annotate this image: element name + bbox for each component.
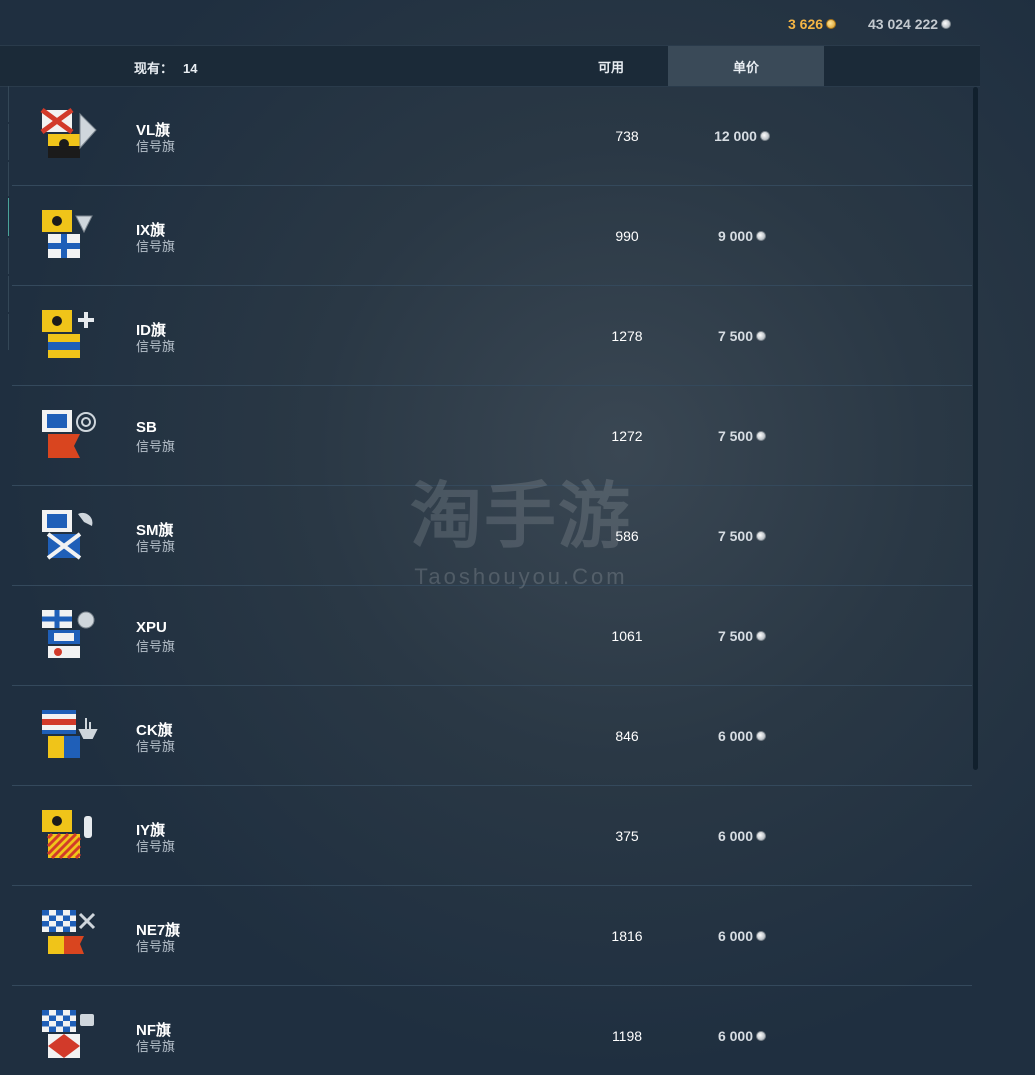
available-count: 1816: [611, 928, 643, 944]
silver-coin-icon: [756, 531, 767, 541]
silver-coin-icon: [756, 731, 767, 741]
unit-price: 7 500: [672, 328, 812, 344]
flag-name: SB: [136, 419, 157, 436]
silver-coin-icon: [756, 331, 767, 341]
unit-price-value: 6 000: [717, 728, 754, 744]
unit-price-value: 7 500: [717, 328, 754, 344]
silver-coin-icon: [756, 231, 767, 241]
flag-type: 信号旗: [136, 439, 176, 454]
gold-coin-icon: [826, 19, 837, 29]
flag-type: 信号旗: [136, 339, 176, 354]
owned-count: 14: [183, 61, 198, 76]
list-item[interactable]: VL旗 信号旗 738 12 000: [12, 86, 972, 186]
column-header-price[interactable]: 单价: [668, 46, 824, 86]
ne7-signal-flag-icon: [40, 908, 100, 964]
silver-balance: 43 024 222: [868, 16, 952, 32]
list-item[interactable]: SM旗 信号旗 586 7 500: [12, 486, 972, 586]
currency-bar: 3 626 43 024 222: [0, 0, 1035, 45]
signal-flag-list: VL旗 信号旗 738 12 000 IX旗 信号旗 990 9 000 ID旗 信号旗 127…: [12, 86, 972, 1075]
column-header-available[interactable]: 可用: [598, 57, 624, 76]
column-header-price-label: 单价: [732, 59, 759, 75]
gold-balance: 3 626: [788, 16, 837, 32]
available-count: 1061: [611, 628, 643, 644]
list-item[interactable]: ID旗 信号旗 1278 7 500: [12, 286, 972, 386]
flag-type: 信号旗: [136, 839, 176, 854]
list-item[interactable]: CK旗 信号旗 846 6 000: [12, 686, 972, 786]
flag-type: 信号旗: [136, 139, 176, 154]
gold-amount: 3 626: [788, 16, 824, 32]
unit-price-value: 6 000: [717, 1028, 754, 1044]
silver-coin-icon: [756, 1031, 767, 1041]
unit-price-value: 7 500: [717, 428, 754, 444]
list-item[interactable]: IY旗 信号旗 375 6 000: [12, 786, 972, 886]
sidebar-tab[interactable]: [0, 238, 9, 274]
iy-signal-flag-icon: [40, 808, 100, 864]
list-item[interactable]: XPU 信号旗 1061 7 500: [12, 586, 972, 686]
silver-coin-icon: [756, 431, 767, 441]
unit-price: 6 000: [672, 928, 812, 944]
silver-coin-icon: [756, 631, 767, 641]
unit-price-value: 7 500: [717, 628, 754, 644]
flag-type: 信号旗: [136, 1039, 176, 1054]
sidebar-tab-active[interactable]: [0, 198, 9, 236]
available-count: 1272: [611, 428, 643, 444]
sb-signal-flag-icon: [40, 408, 100, 464]
sm-signal-flag-icon: [40, 508, 100, 564]
flag-type: 信号旗: [136, 639, 176, 654]
available-count: 375: [615, 828, 639, 844]
unit-price: 12 000: [672, 128, 812, 144]
xpu-signal-flag-icon: [40, 608, 100, 664]
unit-price-value: 6 000: [717, 928, 754, 944]
unit-price: 7 500: [672, 428, 812, 444]
unit-price-value: 7 500: [717, 528, 754, 544]
available-count: 846: [615, 728, 639, 744]
silver-coin-icon: [941, 19, 952, 29]
flag-type: 信号旗: [136, 739, 176, 754]
owned-summary: 现有： 14: [134, 58, 197, 77]
app-root: 3 626 43 024 222 现有： 14 可用 单价 VL旗 信号旗 738 12…: [0, 0, 1035, 1075]
list-item[interactable]: NF旗 信号旗 1198 6 000: [12, 986, 972, 1075]
available-count: 586: [615, 528, 639, 544]
silver-amount: 43 024 222: [868, 16, 939, 32]
list-item[interactable]: IX旗 信号旗 990 9 000: [12, 186, 972, 286]
id-signal-flag-icon: [40, 308, 100, 364]
unit-price: 7 500: [672, 528, 812, 544]
unit-price: 6 000: [672, 1028, 812, 1044]
flag-type: 信号旗: [136, 239, 176, 254]
available-count: 990: [615, 228, 639, 244]
flag-type: 信号旗: [136, 939, 176, 954]
unit-price-value: 12 000: [714, 128, 757, 144]
sidebar-tab[interactable]: [0, 124, 9, 160]
vl-signal-flag-icon: [40, 107, 100, 164]
nf-signal-flag-icon: [40, 1008, 100, 1064]
sidebar-tab[interactable]: [0, 86, 9, 122]
table-header: 现有： 14 可用 单价: [0, 45, 980, 87]
list-item[interactable]: NE7旗 信号旗 1816 6 000: [12, 886, 972, 986]
unit-price: 6 000: [672, 828, 812, 844]
silver-coin-icon: [756, 931, 767, 941]
sidebar-tab[interactable]: [0, 162, 9, 196]
unit-price: 9 000: [672, 228, 812, 244]
silver-coin-icon: [756, 831, 767, 841]
unit-price-value: 6 000: [717, 828, 754, 844]
available-count: 1278: [611, 328, 643, 344]
unit-price: 7 500: [672, 628, 812, 644]
ix-signal-flag-icon: [40, 208, 100, 264]
flag-type: 信号旗: [136, 539, 176, 554]
sidebar-tab[interactable]: [0, 314, 9, 350]
unit-price-value: 9 000: [717, 228, 754, 244]
ck-signal-flag-icon: [40, 708, 100, 764]
silver-coin-icon: [759, 131, 770, 141]
available-count: 738: [615, 128, 639, 144]
list-item[interactable]: SB 信号旗 1272 7 500: [12, 386, 972, 486]
available-count: 1198: [611, 1028, 643, 1044]
list-scrollbar[interactable]: [973, 87, 978, 770]
flag-name: XPU: [136, 619, 167, 636]
owned-label: 现有：: [134, 61, 174, 76]
unit-price: 6 000: [672, 728, 812, 744]
sidebar-tab[interactable]: [0, 276, 9, 312]
